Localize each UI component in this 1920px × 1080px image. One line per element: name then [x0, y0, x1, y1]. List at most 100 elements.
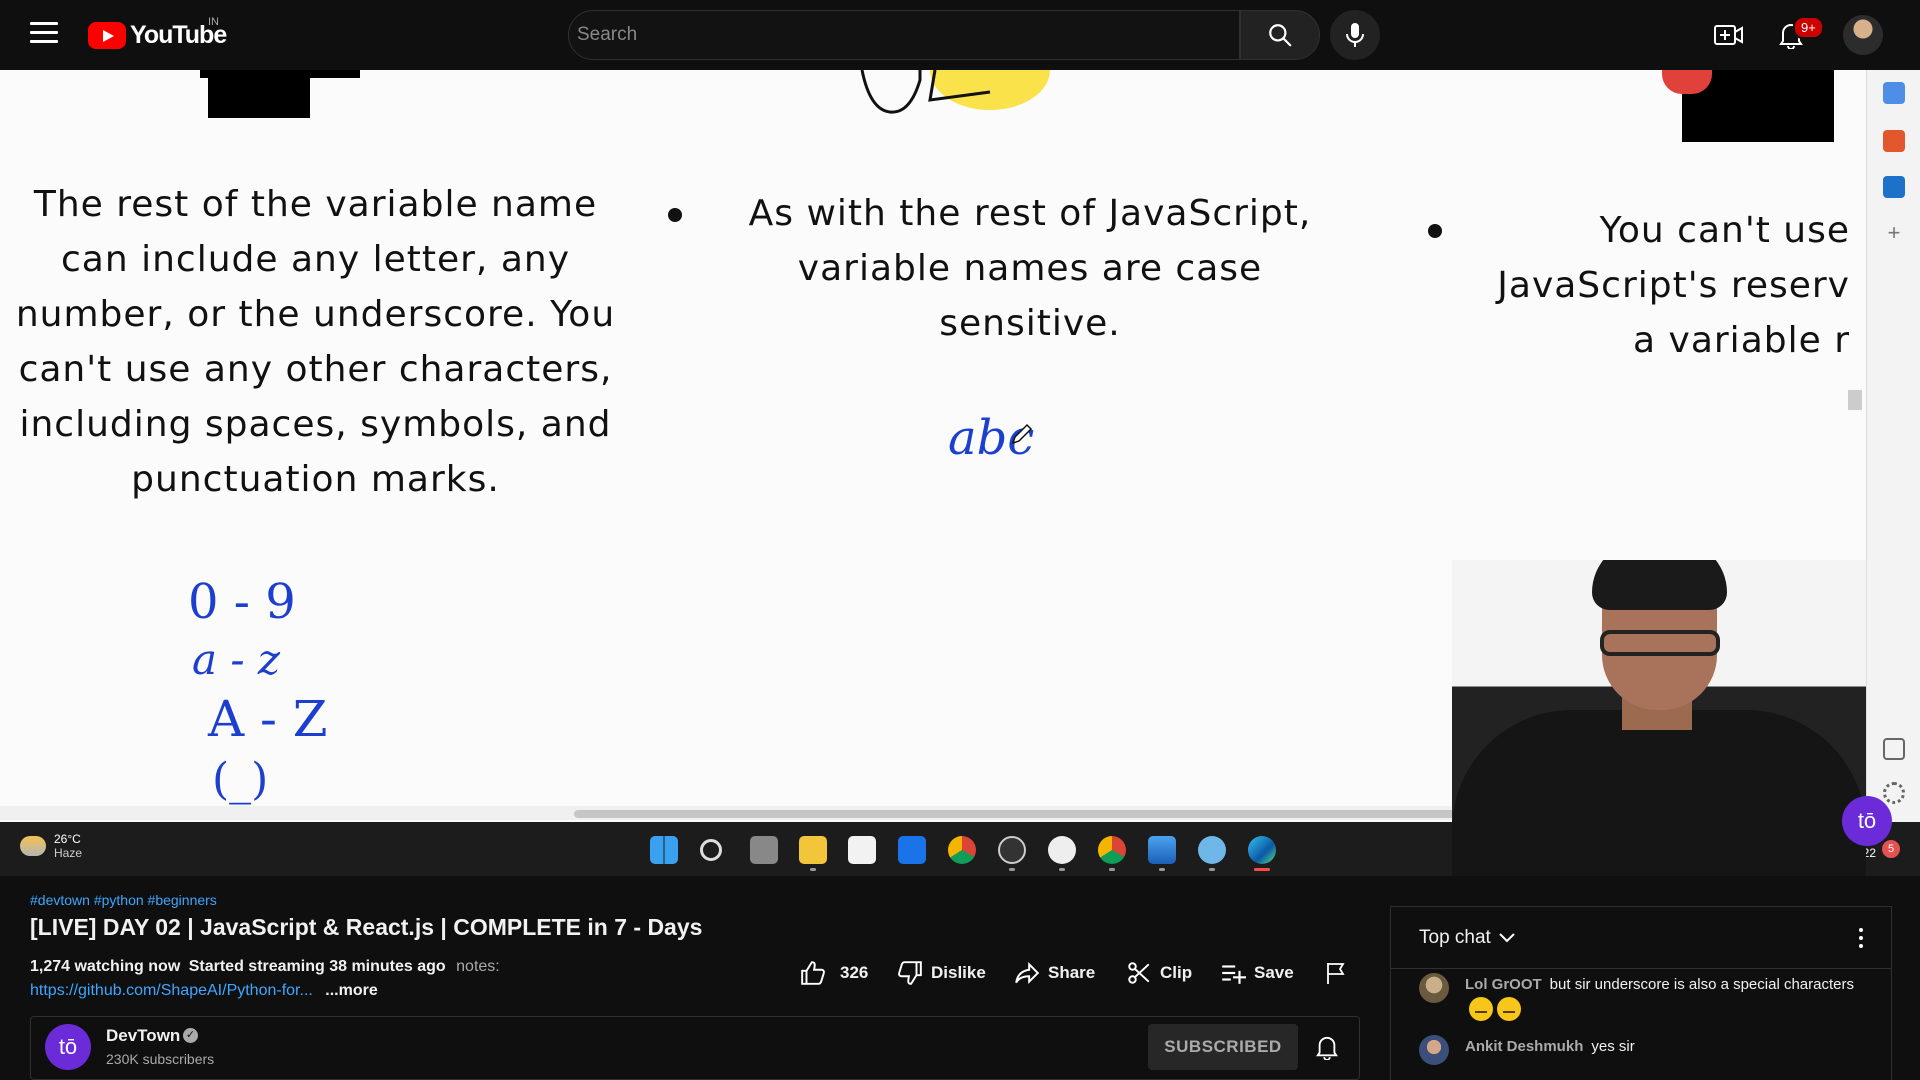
- paint-running-indicator: [1209, 868, 1215, 871]
- live-chat-panel: Top chat Lol GrOOT but sir underscore is …: [1390, 906, 1892, 1080]
- slide-bullet-right: [1428, 224, 1442, 238]
- weather-haze-icon: [20, 836, 46, 856]
- weather-condition: Haze: [54, 846, 83, 860]
- slide-decoration-outline: [860, 70, 991, 114]
- chrome-profile-running-indicator: [1109, 868, 1115, 871]
- subscriber-count: 230K subscribers: [106, 1051, 215, 1067]
- thumbs-down-icon: [898, 961, 922, 985]
- share-button[interactable]: Share: [1014, 958, 1095, 988]
- weather-temperature: 26°C: [54, 832, 81, 846]
- search-input[interactable]: [577, 24, 1239, 46]
- description-meta[interactable]: 1,274 watching now Started streaming 38 …: [30, 958, 500, 976]
- people-icon[interactable]: [1883, 82, 1905, 104]
- handwriting-underscore: (_): [212, 754, 269, 805]
- report-button[interactable]: [1324, 958, 1348, 988]
- slide-vertical-scrollbar[interactable]: [1848, 390, 1862, 410]
- subscribed-button[interactable]: SUBSCRIBED: [1148, 1024, 1298, 1070]
- handwriting-lowercase: a - z: [192, 635, 281, 684]
- presenter-glasses: [1600, 630, 1720, 656]
- microsoft-store-icon[interactable]: [848, 836, 876, 864]
- chat-author-avatar: [1419, 1035, 1449, 1065]
- file-explorer-icon[interactable]: [799, 836, 827, 864]
- paint-icon[interactable]: [1198, 836, 1226, 864]
- search-box: [568, 10, 1240, 60]
- like-button[interactable]: 326: [800, 958, 868, 988]
- voice-search-button[interactable]: [1330, 10, 1380, 60]
- webcam-overlay: [1452, 560, 1866, 876]
- chat-author-name: Lol GrOOT: [1465, 976, 1542, 993]
- handwriting-digits: 0 - 9: [188, 574, 296, 630]
- add-icon[interactable]: +: [1883, 222, 1905, 244]
- presenter-hair: [1592, 560, 1727, 610]
- scissors-icon: [1128, 962, 1150, 984]
- edge-icon[interactable]: [1248, 836, 1276, 864]
- edge-active-indicator: [1254, 868, 1270, 871]
- save-button[interactable]: Save: [1220, 958, 1294, 988]
- share-arrow-icon: [1015, 961, 1040, 985]
- weather-widget[interactable]: 26°C Haze: [20, 832, 82, 860]
- clip-label: Clip: [1160, 963, 1193, 982]
- slide-text-middle: As with the rest of JavaScript, variable…: [748, 193, 1312, 344]
- channel-avatar[interactable]: tō: [45, 1024, 91, 1070]
- show-more-button[interactable]: ...more: [325, 982, 377, 999]
- obs-icon[interactable]: [998, 836, 1026, 864]
- outlook-icon[interactable]: [1883, 176, 1905, 198]
- microphone-icon: [1346, 23, 1364, 47]
- channel-notification-button[interactable]: [1312, 1032, 1342, 1062]
- handwriting-uppercase: A - Z: [208, 690, 328, 748]
- channel-name[interactable]: DevTown: [106, 1026, 180, 1046]
- playlist-add-icon: [1222, 965, 1246, 984]
- video-player[interactable]: The rest of the variable name can includ…: [0, 70, 1920, 876]
- sidebar-toggle-icon[interactable]: [1883, 738, 1905, 760]
- browser-side-strip: +: [1866, 70, 1920, 836]
- chat-mode-dropdown[interactable]: Top chat: [1419, 927, 1515, 949]
- menu-icon[interactable]: [30, 22, 58, 46]
- video-title: [LIVE] DAY 02 | JavaScript & React.js | …: [30, 914, 703, 940]
- chrome-profile-icon[interactable]: [1098, 836, 1126, 864]
- chat-more-options-icon[interactable]: [1851, 925, 1871, 951]
- chat-message[interactable]: Ankit Deshmukh yes sir: [1419, 1035, 1859, 1065]
- search-icon: [1269, 24, 1292, 47]
- clip-button[interactable]: Clip: [1126, 958, 1192, 988]
- chrome-icon[interactable]: [948, 836, 976, 864]
- search-button[interactable]: [1240, 10, 1320, 60]
- slide-decoration-black-left-wide: [200, 70, 360, 78]
- slide-bullet-middle: [668, 208, 682, 222]
- account-avatar[interactable]: [1843, 15, 1883, 55]
- photos-icon[interactable]: [1148, 836, 1176, 864]
- share-label: Share: [1048, 963, 1096, 982]
- office-icon[interactable]: [1883, 130, 1905, 152]
- video-hashtags[interactable]: #devtown #python #beginners: [30, 892, 217, 908]
- flag-icon: [1327, 963, 1345, 984]
- settings-gear-icon[interactable]: [1883, 782, 1905, 804]
- chat-author-name: Ankit Deshmukh: [1465, 1038, 1584, 1055]
- neutral-face-emoji: [1497, 997, 1521, 1022]
- chat-header: Top chat: [1391, 907, 1891, 969]
- chevron-down-icon: [1499, 933, 1515, 943]
- slide-text-right: You can't use JavaScript's reserv a vari…: [1497, 210, 1850, 361]
- windows-start-icon[interactable]: [650, 836, 678, 864]
- slide-text-left: The rest of the variable name can includ…: [15, 184, 616, 500]
- dislike-button[interactable]: Dislike: [897, 958, 986, 988]
- create-button[interactable]: [1710, 18, 1748, 52]
- slide-horizontal-scroll-thumb[interactable]: [574, 810, 1474, 818]
- youtube-logo[interactable]: YouTube IN: [88, 16, 227, 49]
- file-explorer-running-indicator: [810, 868, 816, 871]
- photos-running-indicator: [1159, 868, 1165, 871]
- region-code: IN: [208, 16, 219, 28]
- obs-running-indicator: [1009, 868, 1015, 871]
- github-link[interactable]: https://github.com/ShapeAI/Python-for...: [30, 982, 313, 999]
- chat-message[interactable]: Lol GrOOT but sir underscore is also a sp…: [1419, 973, 1859, 1022]
- tray-notification-badge: 5: [1882, 840, 1900, 858]
- task-view-icon[interactable]: [750, 836, 778, 864]
- youtube-play-icon: [88, 21, 126, 49]
- mail-icon[interactable]: [898, 836, 926, 864]
- description-link-row: https://github.com/ShapeAI/Python-for...…: [30, 982, 378, 1000]
- chat-message-text: but sir underscore is also a special cha…: [1549, 976, 1854, 993]
- taskbar-search-icon[interactable]: [700, 839, 722, 861]
- devtown-watermark-logo: tō: [1842, 796, 1892, 846]
- thumbs-up-icon: [801, 961, 825, 985]
- github-desktop-icon[interactable]: [1048, 836, 1076, 864]
- like-count: 326: [840, 963, 869, 982]
- top-bar: YouTube IN 9+: [0, 0, 1920, 70]
